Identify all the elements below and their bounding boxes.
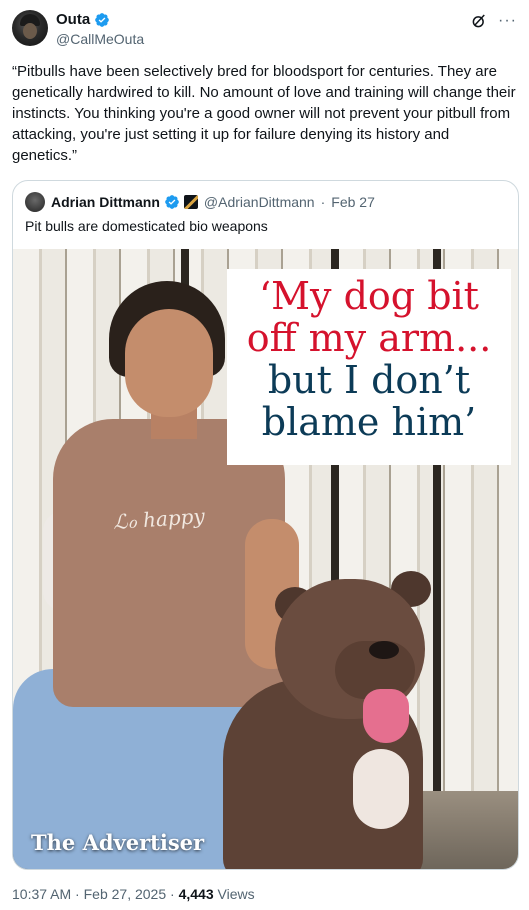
grok-icon[interactable] [470, 12, 488, 30]
tweet-meta: 10:37 AM · Feb 27, 2025 · 4,443 Views [12, 886, 255, 902]
headline-line: ‘My dog bit [259, 274, 479, 318]
avatar[interactable] [12, 10, 48, 46]
meta-separator: · [75, 886, 80, 902]
quoted-display-name[interactable]: Adrian Dittmann [51, 194, 160, 210]
media-dog-nose [369, 641, 399, 659]
headline-line: but I don’t [267, 358, 471, 402]
views-count: 4,443 [178, 886, 214, 902]
quoted-handle[interactable]: @AdrianDittmann [204, 194, 315, 210]
more-options-icon[interactable]: ··· [498, 12, 517, 30]
author-display-name[interactable]: Outa [56, 11, 90, 28]
tweet-date[interactable]: Feb 27, 2025 [84, 886, 167, 902]
author-name-row: Outa [56, 11, 110, 28]
headline-line: off my arm... [246, 316, 492, 360]
media-dog-tongue [363, 689, 409, 743]
avatar-face [23, 23, 37, 39]
views-label: Views [217, 886, 255, 902]
media-headline: ‘My dog bit off my arm... but I don’t bl… [227, 269, 511, 465]
quoted-separator: · [320, 194, 326, 210]
quoted-date[interactable]: Feb 27 [331, 194, 375, 210]
quoted-media-image[interactable]: ℒℴ happy ‘My dog bit off my arm... but I… [13, 249, 518, 869]
tweet-text: “Pitbulls have been selectively bred for… [12, 63, 516, 164]
verified-badge-icon [95, 12, 110, 27]
quoted-tweet[interactable]: Adrian Dittmann @AdrianDittmann · Feb 27… [12, 180, 519, 870]
meta-separator: · [170, 886, 175, 902]
tweet-top-actions: ··· [470, 12, 517, 30]
media-dog-chest [353, 749, 409, 829]
flag-icon [183, 195, 198, 209]
tweet-time[interactable]: 10:37 AM [12, 886, 71, 902]
media-watermark: The Advertiser [31, 830, 205, 855]
quoted-tweet-text: Pit bulls are domesticated bio weapons [25, 218, 268, 234]
author-handle[interactable]: @CallMeOuta [56, 31, 144, 47]
headline-line: blame him’ [261, 400, 477, 444]
quoted-avatar[interactable] [25, 192, 45, 212]
media-woman-face [125, 309, 213, 417]
verified-badge-icon [165, 195, 179, 209]
tweet-header: Outa @CallMeOuta ··· [12, 10, 517, 50]
quoted-tweet-header: Adrian Dittmann @AdrianDittmann · Feb 27 [25, 192, 375, 212]
